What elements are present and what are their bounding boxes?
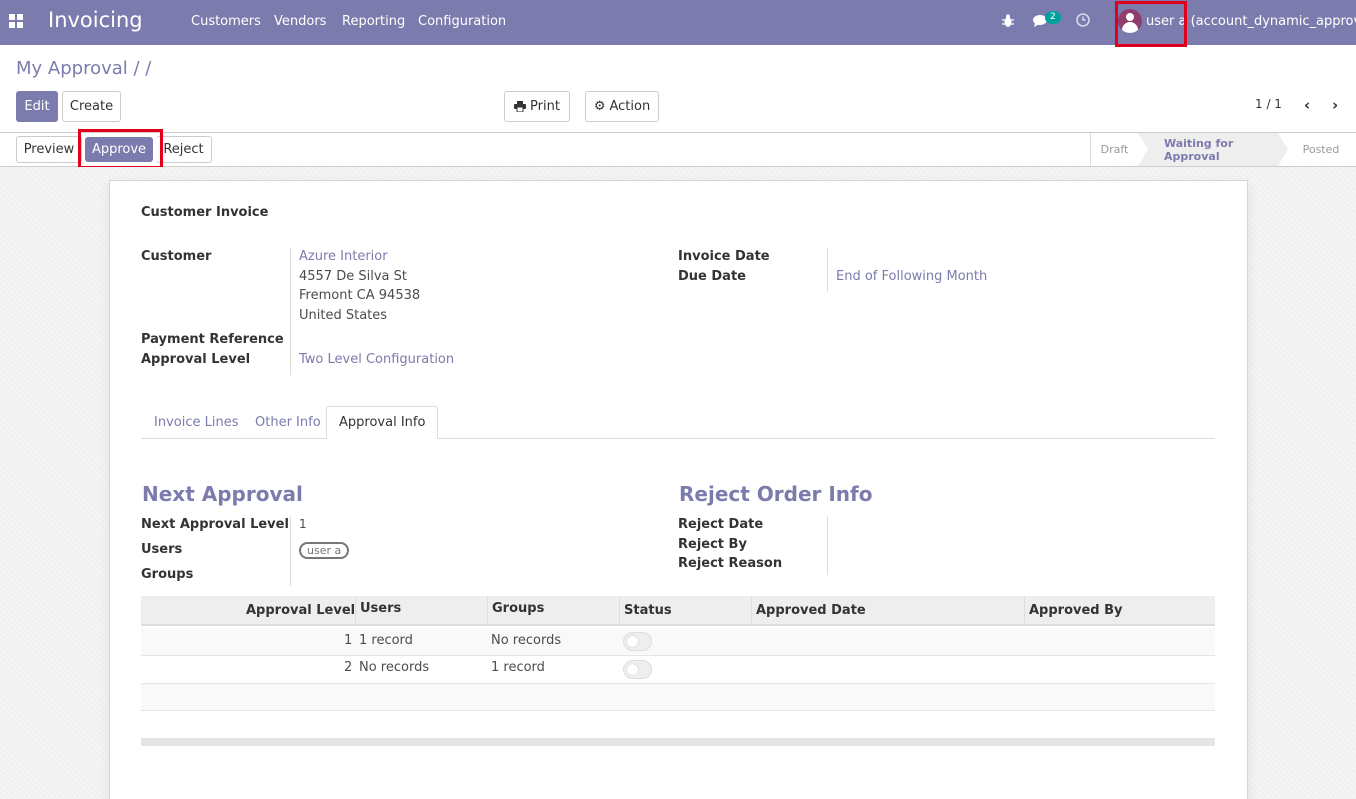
customer-name-link[interactable]: Azure Interior [299, 249, 388, 264]
pager-prev-icon[interactable]: ‹ [1304, 96, 1310, 114]
row2-users: No records [359, 660, 430, 675]
reject-button[interactable]: Reject [156, 136, 212, 163]
th-approval-level[interactable]: Approval Level [246, 603, 355, 618]
groups-label: Groups [141, 567, 194, 582]
invoice-date-label: Invoice Date [678, 249, 770, 264]
gear-icon: ⚙ [593, 99, 606, 114]
reject-reason-label: Reject Reason [678, 556, 783, 571]
create-button[interactable]: Create [62, 91, 121, 122]
table-footer [141, 738, 1215, 746]
user-tag[interactable]: user a [299, 542, 350, 559]
pager-next-icon[interactable]: › [1332, 96, 1338, 114]
due-date-label: Due Date [678, 269, 746, 284]
menu-vendors[interactable]: Vendors [274, 14, 326, 29]
print-label: Print [530, 99, 560, 114]
doc-type-title: Customer Invoice [141, 205, 269, 220]
app-brand[interactable]: Invoicing [48, 8, 143, 32]
empty-row [141, 684, 1215, 710]
pager-value[interactable]: 1 / 1 [1255, 97, 1282, 111]
row1-level: 1 [344, 633, 353, 648]
th-groups[interactable]: Groups [492, 601, 544, 616]
row2-groups: 1 record [491, 660, 545, 675]
action-label: Action [609, 99, 651, 114]
stage-posted[interactable]: Posted [1293, 133, 1349, 166]
row2-status-toggle[interactable] [623, 660, 652, 679]
apps-menu-icon[interactable] [9, 14, 23, 28]
next-approval-level-value: 1 [299, 517, 307, 531]
due-date-value[interactable]: End of Following Month [836, 269, 987, 284]
address-line-3: United States [299, 308, 388, 323]
preview-button[interactable]: Preview [16, 136, 82, 163]
approval-level-link[interactable]: Two Level Configuration [299, 352, 454, 367]
tab-invoice-lines[interactable]: Invoice Lines [142, 406, 250, 439]
row1-status-toggle[interactable] [623, 632, 652, 651]
action-button[interactable]: ⚙ Action [585, 91, 659, 122]
breadcrumb[interactable]: My Approval / / [16, 58, 151, 79]
th-status[interactable]: Status [624, 603, 672, 618]
highlight-approve-box [78, 129, 163, 169]
tab-approval-info[interactable]: Approval Info [326, 406, 439, 439]
address-line-1: 4557 De Silva St [299, 269, 407, 284]
row1-users: 1 record [359, 633, 413, 648]
debug-bug-icon[interactable] [1002, 14, 1014, 28]
reject-date-label: Reject Date [678, 517, 764, 532]
approval-level-label: Approval Level [141, 352, 251, 367]
menu-configuration[interactable]: Configuration [418, 14, 506, 29]
customer-label: Customer [141, 249, 212, 264]
next-approval-title: Next Approval [142, 482, 303, 506]
stage-draft[interactable]: Draft [1091, 133, 1138, 166]
address-line-2: Fremont CA 94538 [299, 288, 421, 303]
print-icon [514, 101, 527, 112]
print-button[interactable]: Print [504, 91, 570, 122]
activity-clock-icon[interactable] [1076, 13, 1090, 27]
th-users[interactable]: Users [360, 601, 401, 616]
th-approved-by[interactable]: Approved By [1029, 603, 1123, 618]
stage-waiting-for-approval[interactable]: Waiting for Approval [1138, 133, 1288, 166]
edit-button[interactable]: Edit [16, 91, 58, 122]
users-label: Users [141, 542, 183, 557]
table-row[interactable] [141, 628, 1215, 655]
menu-customers[interactable]: Customers [191, 14, 261, 29]
row2-level: 2 [344, 660, 353, 675]
th-approved-date[interactable]: Approved Date [756, 603, 866, 618]
chat-count-badge: 2 [1045, 11, 1061, 24]
next-approval-level-label: Next Approval Level [141, 517, 289, 532]
menu-reporting[interactable]: Reporting [342, 14, 405, 29]
tab-other-info[interactable]: Other Info [243, 406, 333, 439]
payment-reference-label: Payment Reference [141, 332, 284, 347]
row1-groups: No records [491, 633, 562, 648]
reject-order-info-title: Reject Order Info [679, 482, 873, 506]
reject-by-label: Reject By [678, 537, 747, 552]
highlight-user-box [1115, 1, 1187, 47]
